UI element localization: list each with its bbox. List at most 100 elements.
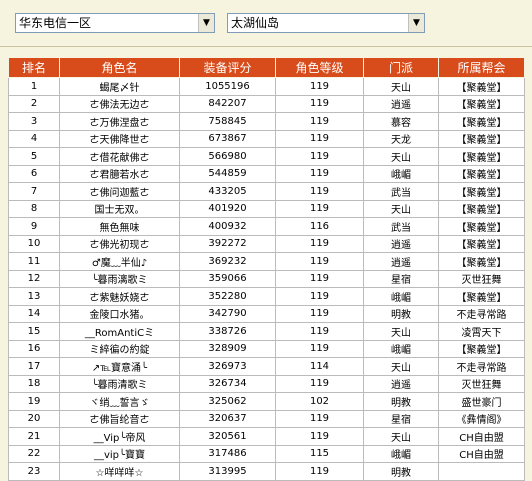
role-name-cell: ㄜ君臆若水ㄜ — [59, 164, 180, 183]
gear-score-cell: 401920 — [179, 199, 276, 218]
guild-cell: 凌霄天下 — [438, 322, 525, 341]
level-cell: 119 — [275, 234, 364, 253]
rank-cell: 13 — [8, 287, 60, 306]
guild-cell: 【聚義堂】 — [438, 234, 525, 253]
role-name-cell: ヾ绡﹏誓言ゞ — [59, 392, 180, 411]
sect-cell: 逍遥 — [363, 94, 439, 113]
role-name-cell: ミ綷徧の約錠 — [59, 339, 180, 358]
rank-cell: 16 — [8, 339, 60, 358]
role-name-cell: __RomAntiCミ — [59, 322, 180, 341]
header-rank[interactable]: 排名 — [8, 57, 60, 78]
table-row: 20 ㄜ佛旨纶音ㄜ 320637 119 星宿 《彝情阁》 — [8, 409, 525, 428]
table-row: 8 国士无双。 401920 119 天山 【聚義堂】 — [8, 199, 525, 218]
header-gear-score[interactable]: 装备评分 — [179, 57, 276, 78]
role-name-cell: 蝎尾〆针 — [59, 77, 180, 96]
role-name-cell: ㄜ佛法无边ㄜ — [59, 94, 180, 113]
rank-cell: 15 — [8, 322, 60, 341]
gear-score-cell: 673867 — [179, 129, 276, 148]
table-row: 11 ♂魔﹏半仙♪ 369232 119 逍遥 【聚義堂】 — [8, 252, 525, 271]
level-cell: 115 — [275, 444, 364, 463]
sect-cell: 天山 — [363, 357, 439, 376]
gear-score-cell: 320561 — [179, 427, 276, 446]
level-cell: 119 — [275, 129, 364, 148]
role-name-cell: ㄜ万佛涅盘ㄜ — [59, 112, 180, 131]
gear-score-cell: 342790 — [179, 304, 276, 323]
gear-score-cell: 544859 — [179, 164, 276, 183]
role-name-cell: ㄜ佛光初现ㄜ — [59, 234, 180, 253]
sect-cell: 天山 — [363, 427, 439, 446]
chevron-down-icon[interactable]: ▼ — [408, 14, 424, 32]
level-cell: 119 — [275, 269, 364, 288]
role-name-cell: 無色無味 — [59, 217, 180, 236]
rank-cell: 23 — [8, 462, 60, 481]
gear-score-cell: 1055196 — [179, 77, 276, 96]
rank-cell: 2 — [8, 94, 60, 113]
role-name-cell: ☆咩咩咩☆ — [59, 462, 180, 481]
level-cell: 119 — [275, 164, 364, 183]
rank-cell: 22 — [8, 444, 60, 463]
header-level[interactable]: 角色等级 — [275, 57, 364, 78]
guild-cell: 【聚義堂】 — [438, 252, 525, 271]
table-row: 10 ㄜ佛光初现ㄜ 392272 119 逍遥 【聚義堂】 — [8, 234, 525, 253]
rank-cell: 5 — [8, 147, 60, 166]
filter-bar: 华东电信一区 ▼ 太湖仙岛 ▼ — [0, 0, 532, 50]
level-cell: 119 — [275, 339, 364, 358]
sect-cell: 武当 — [363, 182, 439, 201]
server-select-value: 太湖仙岛 — [231, 16, 280, 30]
table-row: 17 ↗℡寶意涌╰ 326973 114 天山 不走寻常路 — [8, 357, 525, 376]
gear-score-cell: 400932 — [179, 217, 276, 236]
rank-cell: 11 — [8, 252, 60, 271]
sect-cell: 峨嵋 — [363, 164, 439, 183]
sect-cell: 明教 — [363, 392, 439, 411]
rank-cell: 7 — [8, 182, 60, 201]
header-guild[interactable]: 所属帮会 — [438, 57, 525, 78]
gear-score-cell: 842207 — [179, 94, 276, 113]
header-sect[interactable]: 门派 — [363, 57, 439, 78]
rank-cell: 18 — [8, 374, 60, 393]
role-name-cell: ㄜ紫魅妖娆ㄜ — [59, 287, 180, 306]
level-cell: 119 — [275, 304, 364, 323]
gear-score-cell: 326973 — [179, 357, 276, 376]
rank-cell: 6 — [8, 164, 60, 183]
sect-cell: 明教 — [363, 304, 439, 323]
gear-score-cell: 566980 — [179, 147, 276, 166]
sect-cell: 天山 — [363, 199, 439, 218]
guild-cell: 【聚義堂】 — [438, 339, 525, 358]
header-role-name[interactable]: 角色名 — [59, 57, 180, 78]
level-cell: 119 — [275, 409, 364, 428]
guild-cell: 【聚義堂】 — [438, 77, 525, 96]
level-cell: 119 — [275, 94, 364, 113]
gear-score-cell: 325062 — [179, 392, 276, 411]
level-cell: 119 — [275, 182, 364, 201]
guild-cell: 不走寻常路 — [438, 304, 525, 323]
rank-cell: 8 — [8, 199, 60, 218]
sect-cell: 星宿 — [363, 269, 439, 288]
table-row: 12 ╰暮雨漓歌ミ 359066 119 星宿 灭世狂舞 — [8, 269, 525, 288]
gear-score-cell: 369232 — [179, 252, 276, 271]
level-cell: 114 — [275, 357, 364, 376]
role-name-cell: 金陵口水猪。 — [59, 304, 180, 323]
region-select[interactable]: 华东电信一区 ▼ — [15, 13, 215, 33]
level-cell: 119 — [275, 287, 364, 306]
guild-cell: 【聚義堂】 — [438, 287, 525, 306]
guild-cell — [438, 462, 525, 481]
guild-cell: 【聚義堂】 — [438, 199, 525, 218]
sect-cell: 明教 — [363, 462, 439, 481]
table-row: 18 ╰暮雨清歌ミ 326734 119 逍遥 灭世狂舞 — [8, 374, 525, 393]
table-row: 22 __vip╰寶寶 317486 115 峨嵋 CH自由盟 — [8, 444, 525, 463]
divider — [0, 46, 532, 47]
guild-cell: 【聚義堂】 — [438, 94, 525, 113]
rank-cell: 12 — [8, 269, 60, 288]
level-cell: 119 — [275, 147, 364, 166]
table-row: 19 ヾ绡﹏誓言ゞ 325062 102 明教 盛世豪门 — [8, 392, 525, 411]
table-row: 7 ㄜ佛问迦藍ㄜ 433205 119 武当 【聚義堂】 — [8, 182, 525, 201]
role-name-cell: 国士无双。 — [59, 199, 180, 218]
region-select-value: 华东电信一区 — [19, 16, 92, 30]
sect-cell: 峨嵋 — [363, 339, 439, 358]
table-row: 14 金陵口水猪。 342790 119 明教 不走寻常路 — [8, 304, 525, 323]
server-select[interactable]: 太湖仙岛 ▼ — [227, 13, 425, 33]
chevron-down-icon[interactable]: ▼ — [198, 14, 214, 32]
guild-cell: 【聚義堂】 — [438, 112, 525, 131]
gear-score-cell: 359066 — [179, 269, 276, 288]
table-row: 4 ㄜ天佛降世ㄜ 673867 119 天龙 【聚義堂】 — [8, 129, 525, 148]
